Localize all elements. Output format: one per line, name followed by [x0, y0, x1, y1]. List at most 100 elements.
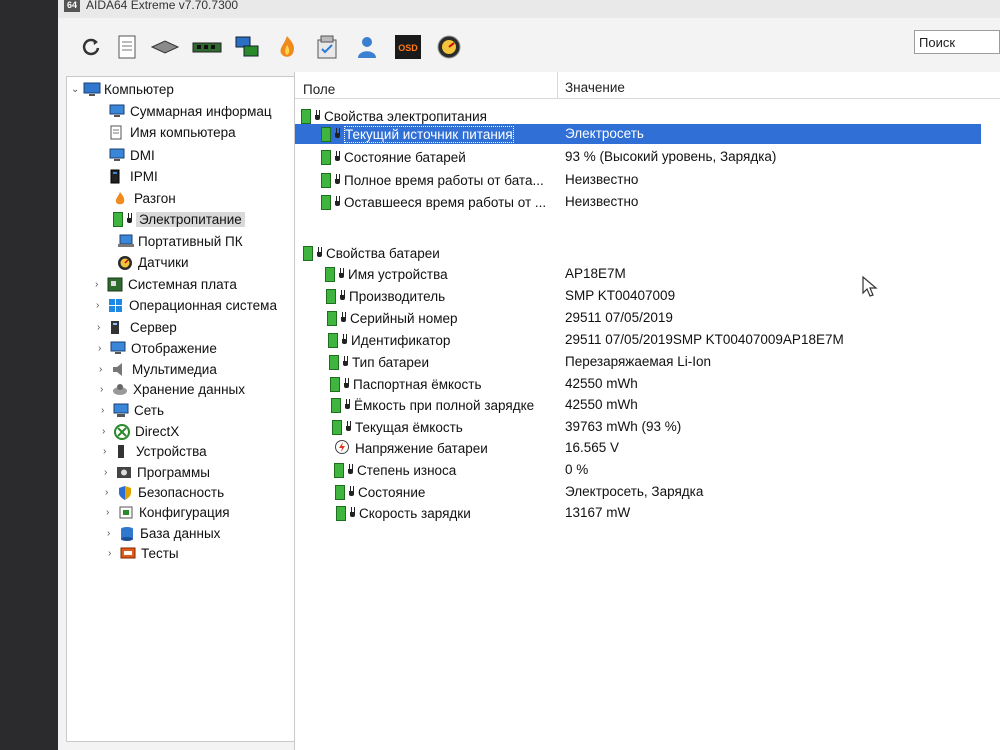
network-icon [113, 403, 129, 418]
tree-category-config[interactable]: › Конфигурация [106, 502, 230, 522]
group-power-properties[interactable]: Свойства электропитания [295, 106, 1000, 126]
plug-icon [339, 312, 347, 324]
plug-icon [344, 421, 352, 433]
network-icon[interactable] [234, 34, 260, 60]
tree-category-network[interactable]: › Сеть [101, 400, 164, 420]
chevron-right-icon[interactable]: › [98, 343, 110, 354]
sidebar-tree: ⌄ Компьютер Суммарная информац Имя компь… [66, 76, 322, 742]
table-row-full-charge-capacity[interactable]: Ёмкость при полной зарядке 42550 mWh [295, 395, 1000, 415]
table-row-power-source[interactable]: Текущий источник питания Электросеть [295, 124, 981, 144]
document-icon [109, 125, 125, 140]
plug-icon [333, 128, 341, 140]
user-icon[interactable] [354, 34, 380, 60]
osd-icon[interactable]: OSD [394, 34, 422, 60]
plug-icon [341, 356, 349, 368]
battery-icon [303, 245, 313, 261]
app-logo-icon: 64 [64, 0, 80, 12]
storage-icon [112, 382, 128, 397]
table-row-full-runtime[interactable]: Полное время работы от бата... Неизвестн… [295, 170, 1000, 190]
tree-category-storage[interactable]: › Хранение данных [100, 379, 245, 399]
table-row-charge-rate[interactable]: Скорость зарядки 13167 mW [295, 503, 1000, 523]
table-row-state[interactable]: Состояние Электросеть, Зарядка [295, 482, 1000, 502]
tree-root-computer[interactable]: ⌄ Компьютер [71, 79, 174, 99]
report-icon[interactable] [114, 34, 140, 60]
table-row-wear-level[interactable]: Степень износа 0 % [295, 460, 1000, 480]
table-row-battery-status[interactable]: Состояние батарей 93 % (Высокий уровень,… [295, 147, 1000, 167]
chevron-right-icon[interactable]: › [104, 467, 116, 478]
column-header-field[interactable]: Поле [303, 82, 335, 97]
tree-item-portable[interactable]: Портативный ПК [117, 231, 243, 251]
chevron-right-icon[interactable]: › [100, 384, 112, 395]
chevron-right-icon[interactable]: › [97, 322, 109, 333]
table-row-voltage[interactable]: Напряжение батареи 16.565 V [295, 438, 1000, 458]
tree-item-summary[interactable]: Суммарная информац [109, 101, 272, 121]
chevron-right-icon[interactable]: › [101, 405, 113, 416]
memory-icon[interactable] [192, 34, 222, 60]
lightning-icon [335, 439, 349, 457]
battery-icon [328, 332, 338, 348]
details-panel: Поле Значение Свойства электропитания Те… [294, 72, 1000, 750]
battery-icon [301, 108, 311, 124]
battery-icon [321, 172, 331, 188]
tree-category-tests[interactable]: › Тесты [108, 543, 179, 563]
table-row-remaining-runtime[interactable]: Оставшееся время работы от ... Неизвестн… [295, 192, 1000, 212]
tree-category-programs[interactable]: › Программы [104, 462, 210, 482]
tree-item-computer-name[interactable]: Имя компьютера [109, 122, 236, 142]
chevron-right-icon[interactable]: › [106, 507, 118, 518]
speaker-icon [111, 362, 127, 377]
plug-icon [313, 110, 321, 122]
tree-category-multimedia[interactable]: › Мультимедиа [99, 359, 217, 379]
tree-item-overclock[interactable]: Разгон [113, 188, 176, 208]
tree-category-directx[interactable]: › DirectX [102, 421, 179, 441]
tree-category-database[interactable]: › База данных [107, 523, 220, 543]
table-row-manufacturer[interactable]: Производитель SMP KT00407009 [295, 286, 1000, 306]
chevron-right-icon[interactable]: › [102, 426, 114, 437]
monitor-icon [110, 341, 126, 356]
plug-icon [333, 174, 341, 186]
battery-icon [332, 419, 342, 435]
flame-icon[interactable] [274, 34, 300, 60]
tools-icon[interactable] [314, 34, 340, 60]
table-row-serial[interactable]: Серийный номер 29511 07/05/2019 [295, 308, 1000, 328]
refresh-icon[interactable] [78, 34, 104, 60]
plug-icon [337, 268, 345, 280]
gauge-icon[interactable] [436, 34, 462, 60]
column-divider[interactable] [557, 72, 558, 98]
plug-icon [333, 196, 341, 208]
table-row-current-capacity[interactable]: Текущая ёмкость 39763 mWh (93 %) [295, 417, 1000, 437]
tree-item-sensors[interactable]: Датчики [117, 252, 189, 272]
tree-item-ipmi[interactable]: IPMI [109, 166, 158, 186]
tree-item-dmi[interactable]: DMI [109, 145, 155, 165]
chevron-right-icon[interactable]: › [107, 528, 119, 539]
monitor-icon [109, 104, 125, 119]
group-battery-properties[interactable]: Свойства батареи [295, 243, 1000, 263]
chevron-right-icon[interactable]: › [99, 364, 111, 375]
programs-icon [116, 465, 132, 480]
table-row-device-name[interactable]: Имя устройства AP18E7M [295, 264, 1000, 284]
tree-item-power[interactable]: Электропитание [113, 209, 245, 229]
chevron-right-icon[interactable]: › [103, 446, 115, 457]
tree-category-security[interactable]: › Безопасность [105, 482, 224, 502]
chevron-right-icon[interactable]: › [96, 300, 108, 311]
tree-category-server[interactable]: › Сервер [97, 317, 177, 337]
chevron-right-icon[interactable]: › [95, 279, 107, 290]
shield-icon [117, 485, 133, 500]
chevron-right-icon[interactable]: › [105, 487, 117, 498]
column-header-value[interactable]: Значение [565, 80, 625, 95]
tree-category-devices[interactable]: › Устройства [103, 441, 207, 461]
plug-icon [340, 334, 348, 346]
tree-category-display[interactable]: › Отображение [98, 338, 217, 358]
tree-category-os[interactable]: › Операционная система [96, 295, 277, 315]
table-row-identifier[interactable]: Идентификатор 29511 07/05/2019SMP KT0040… [295, 330, 1000, 350]
motherboard-icon[interactable] [150, 34, 180, 60]
chevron-right-icon[interactable]: › [108, 548, 120, 559]
column-headers: Поле Значение [295, 72, 1000, 99]
battery-icon [329, 354, 339, 370]
plug-icon [315, 247, 323, 259]
tree-category-motherboard[interactable]: › Системная плата [95, 274, 237, 294]
search-input[interactable]: Поиск [914, 30, 1000, 54]
battery-icon [321, 149, 331, 165]
table-row-battery-type[interactable]: Тип батареи Перезаряжаемая Li-Ion [295, 352, 1000, 372]
table-row-design-capacity[interactable]: Паспортная ёмкость 42550 mWh [295, 374, 1000, 394]
chevron-down-icon[interactable]: ⌄ [71, 84, 83, 95]
